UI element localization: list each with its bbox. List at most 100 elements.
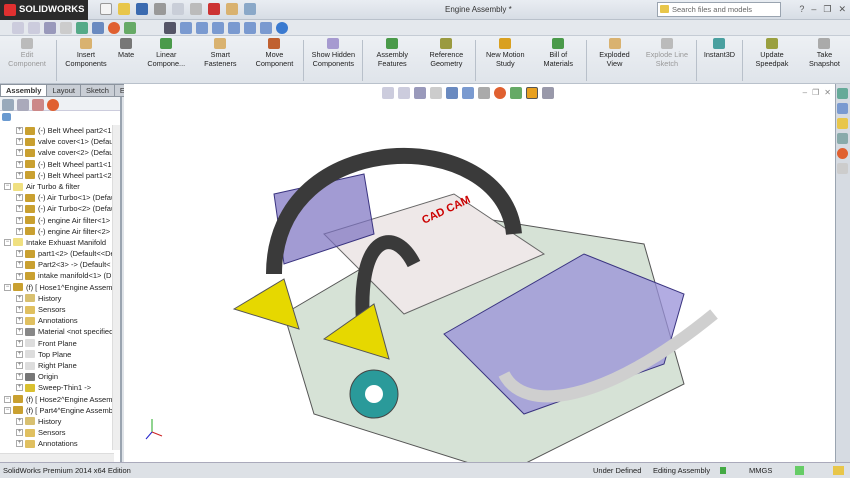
expand-toggle[interactable]: − — [4, 284, 11, 291]
tree-item[interactable]: +Sensors — [0, 304, 114, 315]
open-icon[interactable] — [118, 3, 130, 15]
expand-toggle[interactable]: + — [16, 418, 23, 425]
isometric-icon[interactable] — [276, 22, 288, 34]
section-view-icon[interactable] — [60, 22, 72, 34]
scene-icon[interactable] — [124, 22, 136, 34]
tree-horizontal-scrollbar[interactable] — [0, 453, 114, 462]
cmd-insert-components-button[interactable]: Insert Components — [59, 38, 113, 83]
cmd-mate-button[interactable]: Mate — [113, 38, 139, 83]
file-properties-icon[interactable] — [226, 3, 238, 15]
tree-item[interactable]: +Material <not specified — [0, 326, 114, 337]
expand-toggle[interactable]: + — [16, 362, 23, 369]
display-style-icon[interactable] — [92, 22, 104, 34]
tree-item[interactable]: +Annotations — [0, 438, 114, 449]
tree-item[interactable]: +valve cover<2> (Default — [0, 147, 114, 158]
back-view-icon[interactable] — [196, 22, 208, 34]
front-view-icon[interactable] — [180, 22, 192, 34]
tree-item[interactable]: +intake manifold<1> (D — [0, 270, 114, 281]
expand-toggle[interactable]: − — [4, 183, 11, 190]
tree-item[interactable]: +valve cover<1> (Default — [0, 136, 114, 147]
tree-item[interactable]: +Annotations — [0, 315, 114, 326]
cmd-bill-of-materials-button[interactable]: Bill of Materials — [532, 38, 584, 83]
expand-toggle[interactable]: + — [16, 127, 23, 134]
tree-item[interactable]: +(-) Air Turbo<2> (Default — [0, 203, 114, 214]
tree-item[interactable]: +Top Plane — [0, 349, 114, 360]
search-input[interactable]: Search files and models — [657, 2, 781, 17]
view-orientation-icon[interactable] — [76, 22, 88, 34]
expand-toggle[interactable]: + — [16, 295, 23, 302]
options-icon[interactable] — [244, 3, 256, 15]
undo-icon[interactable] — [172, 3, 184, 15]
expand-toggle[interactable]: − — [4, 407, 11, 414]
view-restore-button[interactable]: ❐ — [812, 88, 819, 97]
tree-item[interactable]: +(-) Air Turbo<1> (Default — [0, 192, 114, 203]
save-icon[interactable] — [136, 3, 148, 15]
expand-toggle[interactable]: + — [16, 340, 23, 347]
tree-vertical-scrollbar[interactable] — [112, 125, 120, 450]
normal-to-icon[interactable] — [164, 22, 176, 34]
tree-item[interactable]: +(-) Belt Wheel part1<1> — [0, 159, 114, 170]
tree-item[interactable]: −Air Turbo & filter — [0, 181, 114, 192]
expand-toggle[interactable]: + — [16, 194, 23, 201]
appearance-icon[interactable] — [108, 22, 120, 34]
select-icon[interactable] — [190, 3, 202, 15]
view-palette-icon[interactable] — [837, 133, 848, 144]
cmd-take-snapshot-button[interactable]: Take Snapshot — [799, 38, 850, 83]
file-explorer-icon[interactable] — [837, 118, 848, 129]
cmd-move-component-button[interactable]: Move Component — [247, 38, 301, 83]
expand-toggle[interactable]: + — [16, 228, 23, 235]
left-view-icon[interactable] — [212, 22, 224, 34]
bottom-view-icon[interactable] — [260, 22, 272, 34]
expand-toggle[interactable]: + — [16, 384, 23, 391]
cmd-show-hidden-components-button[interactable]: Show Hidden Components — [306, 38, 360, 83]
tab-sketch[interactable]: Sketch — [81, 84, 115, 97]
expand-toggle[interactable]: + — [16, 217, 23, 224]
resources-icon[interactable] — [837, 88, 848, 99]
expand-toggle[interactable]: + — [16, 205, 23, 212]
units-selector[interactable]: MMGS — [749, 463, 772, 478]
right-view-icon[interactable] — [228, 22, 240, 34]
feature-manager-icon[interactable] — [2, 99, 14, 111]
cmd-instant3d-button[interactable]: Instant3D — [699, 38, 740, 83]
tree-item[interactable]: −(f) [ Part4^Engine Assemb — [0, 405, 114, 416]
filter-icon[interactable] — [2, 113, 11, 121]
solidworks-logo[interactable]: SOLIDWORKS — [0, 0, 88, 20]
zoom-area-icon[interactable] — [28, 22, 40, 34]
expand-toggle[interactable]: + — [16, 328, 23, 335]
tree-item[interactable]: +History — [0, 416, 114, 427]
expand-toggle[interactable]: + — [16, 317, 23, 324]
cmd-smart-fasteners-button[interactable]: Smart Fasteners — [193, 38, 247, 83]
top-view-icon[interactable] — [244, 22, 256, 34]
minimize-button[interactable]: – — [811, 4, 816, 15]
expand-toggle[interactable]: + — [16, 172, 23, 179]
expand-toggle[interactable]: + — [16, 149, 23, 156]
tree-item[interactable]: +Front Plane — [0, 338, 114, 349]
expand-toggle[interactable]: + — [16, 273, 23, 280]
previous-view-icon[interactable] — [44, 22, 56, 34]
tree-item[interactable]: +Right Plane — [0, 360, 114, 371]
new-file-icon[interactable] — [100, 3, 112, 15]
tree-item[interactable]: +Sweep-Thin1 -> — [0, 382, 114, 393]
cmd-linear-compone-button[interactable]: Linear Compone... — [139, 38, 193, 83]
view-close-button[interactable]: ✕ — [824, 88, 831, 97]
tree-item[interactable]: +Part2<3> -> (Default< — [0, 259, 114, 270]
close-button[interactable]: ✕ — [838, 4, 846, 15]
tree-item[interactable]: +part1<2> (Default<<De — [0, 248, 114, 259]
custom-properties-icon[interactable] — [837, 163, 848, 174]
cmd-explode-line-sketch-button[interactable]: Explode Line Sketch — [640, 38, 694, 83]
restore-button[interactable]: ❐ — [823, 4, 831, 15]
design-library-icon[interactable] — [837, 103, 848, 114]
tree-item[interactable]: +(-) Belt Wheel part1<2> — [0, 170, 114, 181]
cmd-edit-component-button[interactable]: Edit Component — [0, 38, 54, 83]
expand-toggle[interactable]: + — [16, 306, 23, 313]
cmd-assembly-features-button[interactable]: Assembly Features — [365, 38, 419, 83]
expand-toggle[interactable]: + — [16, 351, 23, 358]
tab-layout[interactable]: Layout — [47, 84, 81, 97]
display-manager-icon[interactable] — [47, 99, 59, 111]
config-manager-icon[interactable] — [32, 99, 44, 111]
cmd-new-motion-study-button[interactable]: New Motion Study — [478, 38, 532, 83]
expand-toggle[interactable]: − — [4, 239, 11, 246]
tree-item[interactable]: +(-) engine Air filter<1> — [0, 215, 114, 226]
tree-item[interactable]: −(f) [ Hose1^Engine Assembl — [0, 282, 114, 293]
tree-item[interactable]: −Intake Exhuast Manifold — [0, 237, 114, 248]
